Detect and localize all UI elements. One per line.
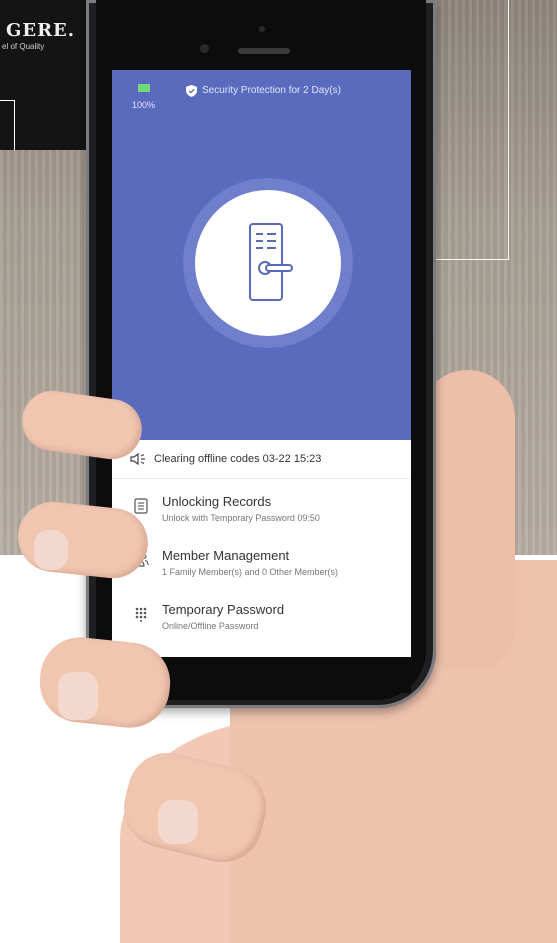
shield-icon (186, 85, 197, 97)
callout-line-left-horizontal (0, 100, 15, 101)
sensor-dot (259, 26, 265, 32)
battery-icon (138, 84, 150, 92)
little-fingernail (158, 800, 198, 844)
bottom-sheet: Clearing offline codes 03-22 15:23 Unloc… (112, 440, 411, 657)
status-bar: 100% Security Protection for 2 Day(s) (112, 70, 411, 110)
security-protection-text: Security Protection for 2 Day(s) (202, 85, 341, 96)
middle-fingernail (34, 530, 68, 570)
callout-line-right-vertical (508, 0, 509, 260)
menu-item-member-management[interactable]: Member Management 1 Family Member(s) and… (112, 540, 411, 592)
door-lock-icon (249, 223, 293, 301)
menu-item-subtitle: 1 Family Member(s) and 0 Other Member(s) (162, 567, 339, 577)
menu-item-subtitle: Online/Offline Password (162, 621, 259, 631)
brand-tagline: el of Quality (2, 42, 45, 51)
menu-item-subtitle: Unlock with Temporary Password 09:50 (162, 513, 320, 523)
speaker-icon (130, 452, 145, 466)
battery-percent: 100% (132, 100, 156, 110)
records-icon (134, 498, 148, 514)
front-camera (200, 44, 209, 53)
app-screen: 100% Security Protection for 2 Day(s) Cl… (112, 70, 411, 657)
menu-item-title: Member Management (162, 548, 290, 563)
menu-item-title: Temporary Password (162, 602, 285, 617)
earpiece-speaker (238, 48, 290, 54)
callout-line-left-vertical (14, 100, 15, 150)
ring-fingernail (58, 672, 98, 720)
keypad-icon (135, 607, 147, 622)
menu-item-title: Unlocking Records (162, 494, 272, 509)
notice-text: Clearing offline codes 03-22 15:23 (154, 453, 322, 465)
lock-button[interactable] (195, 190, 341, 336)
offline-code-notice: Clearing offline codes 03-22 15:23 (112, 440, 411, 479)
menu-item-unlocking-records[interactable]: Unlocking Records Unlock with Temporary … (112, 486, 411, 538)
menu-item-temporary-password[interactable]: Temporary Password Online/Offline Passwo… (112, 594, 411, 646)
brand-logo: GERE. (6, 20, 76, 41)
